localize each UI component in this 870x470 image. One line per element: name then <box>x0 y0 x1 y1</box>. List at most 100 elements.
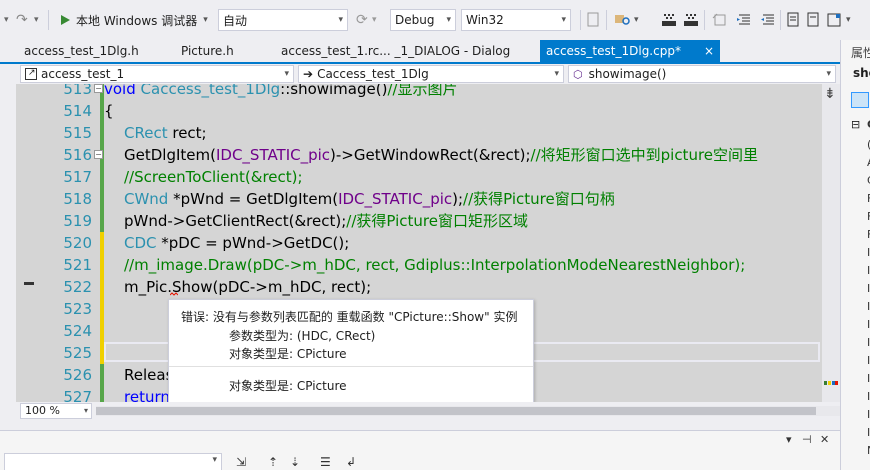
toolbar-separator <box>606 10 607 30</box>
find-dropdown[interactable]: ▾ <box>634 9 639 31</box>
code-text: ::showimage() <box>280 84 388 98</box>
play-icon <box>61 15 70 25</box>
code-text: rect; <box>167 124 207 142</box>
code-line-519: pWnd->GetClientRect(&rect);//获得Picture窗口… <box>124 210 528 232</box>
step-icon[interactable] <box>660 9 678 31</box>
zoom-value: 100 % <box>25 404 60 417</box>
solution-config-combo[interactable]: 自动 ▾ <box>218 9 348 31</box>
more-icon[interactable]: ▾ <box>846 9 851 31</box>
comment-icon[interactable] <box>786 9 800 31</box>
project-combo[interactable]: ↗ access_test_1 ▾ <box>20 65 294 83</box>
vertical-scrollbar[interactable]: ⇟ <box>822 84 840 402</box>
code-text: *pWnd = GetDlgItem( <box>168 190 339 208</box>
tab-picture-h[interactable]: Picture.h <box>175 40 240 62</box>
go-up-icon[interactable]: ⇡ <box>268 455 278 469</box>
close-icon[interactable]: × <box>704 44 714 58</box>
step-over-icon[interactable] <box>682 9 700 31</box>
tooltip-divider <box>169 366 533 367</box>
collapse-toggle[interactable]: − <box>94 84 103 93</box>
close-icon[interactable]: ✕ <box>820 433 829 446</box>
indent-icon[interactable] <box>736 9 752 31</box>
output-source-combo[interactable]: ▾ <box>4 453 222 470</box>
type-name: Caccess_test_1Dlg <box>140 84 281 98</box>
line-number: 523 <box>63 300 92 318</box>
bookmark-icon[interactable] <box>826 9 842 31</box>
line-number: 517 <box>63 168 92 186</box>
document-icon[interactable] <box>586 9 600 31</box>
uncomment-icon[interactable] <box>806 9 820 31</box>
chevron-down-icon: ▾ <box>561 15 566 25</box>
chevron-down-icon: ▾ <box>554 69 559 79</box>
code-line-526: Releas <box>124 366 174 384</box>
horizontal-scrollbar[interactable] <box>96 406 840 416</box>
method-icon: ⬡ <box>573 67 583 81</box>
change-bar-saved <box>100 364 104 402</box>
keyword: void <box>104 84 136 98</box>
tab-rc-dialog[interactable]: access_test_1.rc... _1_DIALOG - Dialog <box>275 40 516 62</box>
type-name: CDC <box>124 234 157 252</box>
member-name: showimage() <box>588 67 667 81</box>
line-number: 526 <box>63 366 92 384</box>
error-marker <box>24 282 34 285</box>
outdent-icon[interactable] <box>760 9 776 31</box>
tab-dlg-h[interactable]: access_test_1Dlg.h <box>18 40 145 62</box>
redo-icon[interactable]: ↷ <box>16 9 28 31</box>
code-line-513: void Caccess_test_1Dlg::showimage()//显示图… <box>104 84 458 100</box>
code-line-517: //ScreenToClient(&rect); <box>124 168 303 186</box>
class-name: Caccess_test_1Dlg <box>317 67 429 81</box>
start-debug-button[interactable]: 本地 Windows 调试器 ▾ <box>58 9 208 31</box>
class-combo[interactable]: ➔ Caccess_test_1Dlg ▾ <box>298 65 564 83</box>
error-squiggle <box>170 292 178 296</box>
collapse-toggle[interactable]: − <box>94 150 103 159</box>
find-message-icon[interactable]: ⇲ <box>236 455 246 469</box>
chevron-down-icon[interactable]: ▾ <box>786 433 792 446</box>
tooltip-object-type-2: 对象类型是: CPicture <box>229 379 347 393</box>
redo-dropdown[interactable]: ▾ <box>4 9 9 31</box>
clear-all-icon[interactable]: ☰ <box>320 455 331 469</box>
output-pane: ▾ ⊣ ✕ ▾ ⇲ ⇡ ⇣ ☰ ↲ <box>0 430 840 470</box>
member-combo[interactable]: ⬡ showimage() ▾ <box>568 65 836 83</box>
line-number: 513 <box>63 84 92 98</box>
attach-icon[interactable] <box>712 9 728 31</box>
pane-splitter[interactable] <box>0 420 840 430</box>
tab-label: access_test_1Dlg.h <box>24 44 139 58</box>
line-number: 527 <box>63 388 92 402</box>
code-line-521: //m_image.Draw(pDC->m_hDC, rect, Gdiplus… <box>124 256 746 274</box>
chevron-down-icon: ▾ <box>826 69 831 79</box>
macro: IDC_STATIC_pic <box>215 146 331 164</box>
ide-window: ▾ ↷ ▾ 本地 Windows 调试器 ▾ 自动 ▾ ⟳ ▾ Debug ▾ … <box>0 0 870 470</box>
line-number: 518 <box>63 190 92 208</box>
selection-margin[interactable] <box>16 84 40 402</box>
chevron-down-icon: ▾ <box>338 15 343 25</box>
build-config-combo[interactable]: Debug ▾ <box>390 9 456 31</box>
zoom-combo[interactable]: 100 % ▾ <box>20 403 92 419</box>
expand-icon[interactable]: ⊟ <box>851 118 860 131</box>
horizontal-scroll-thumb[interactable] <box>96 407 816 415</box>
pin-icon[interactable]: ⊣ <box>802 433 812 446</box>
code-text: *pDC = pWnd->GetDC(); <box>156 234 350 252</box>
navigation-bar: ↗ access_test_1 ▾ ➔ Caccess_test_1Dlg ▾ … <box>16 64 840 84</box>
comment: //显示图片 <box>387 84 458 98</box>
start-debug-dropdown-icon[interactable]: ▾ <box>203 15 208 25</box>
editor-status-row: 100 % ▾ <box>16 402 840 420</box>
tab-dlg-cpp[interactable]: access_test_1Dlg.cpp* × <box>540 40 720 62</box>
categorized-icon[interactable] <box>851 92 869 108</box>
refresh-dropdown[interactable]: ▾ <box>372 9 377 31</box>
split-icon[interactable]: ⇟ <box>824 86 836 102</box>
word-wrap-icon[interactable]: ↲ <box>346 455 356 469</box>
redo-arrow[interactable]: ▾ <box>34 9 39 31</box>
editor-left-strip <box>0 84 16 404</box>
platform-combo[interactable]: Win32 ▾ <box>461 9 571 31</box>
refresh-icon[interactable]: ⟳ <box>356 9 368 31</box>
pane-title-bar: ▾ ⊣ ✕ <box>0 431 840 449</box>
main-toolbar: ▾ ↷ ▾ 本地 Windows 调试器 ▾ 自动 ▾ ⟳ ▾ Debug ▾ … <box>0 0 870 40</box>
code-line-518: CWnd *pWnd = GetDlgItem(IDC_STATIC_pic);… <box>124 188 615 210</box>
type-name: CRect <box>124 124 168 142</box>
line-number: 525 <box>63 344 92 362</box>
tab-label: access_test_1.rc... _1_DIALOG - Dialog <box>281 44 511 58</box>
find-in-files-icon[interactable] <box>614 9 632 31</box>
code-text: )->GetWindowRect(&rect); <box>330 146 531 164</box>
code-line-515: CRect rect; <box>124 122 207 144</box>
go-down-icon[interactable]: ⇣ <box>290 455 300 469</box>
comment: //将矩形窗口选中到picture空间里 <box>530 146 759 164</box>
